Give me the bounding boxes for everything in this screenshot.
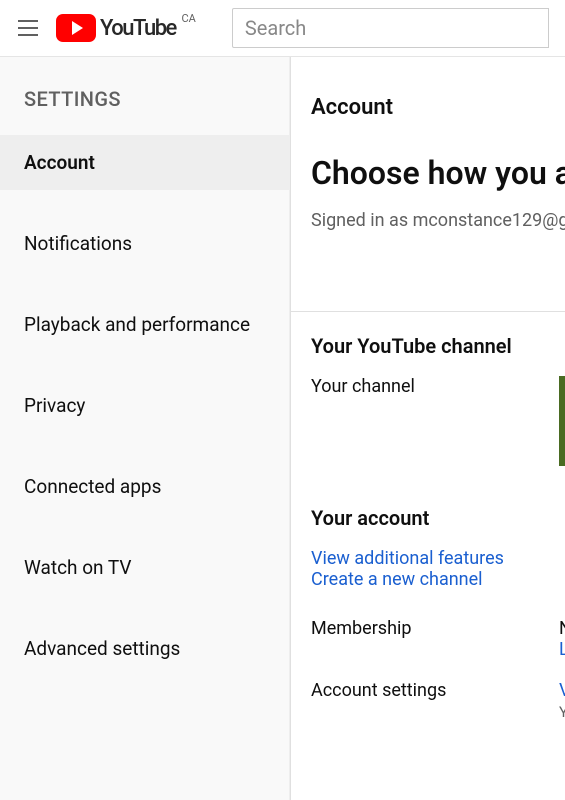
sidebar-item-label: Connected apps xyxy=(24,475,161,498)
search-input[interactable] xyxy=(245,16,536,40)
page-heading: Choose how you appear xyxy=(311,154,565,192)
link-create-new-channel[interactable]: Create a new channel xyxy=(311,569,483,590)
sidebar-item-connected-apps[interactable]: Connected apps xyxy=(0,459,289,514)
sidebar-item-privacy[interactable]: Privacy xyxy=(0,378,289,433)
sidebar-title: SETTINGS xyxy=(0,77,289,135)
section-your-account: Your account View additional features Cr… xyxy=(291,466,565,722)
sidebar-item-advanced[interactable]: Advanced settings xyxy=(0,621,289,676)
guide-menu-icon[interactable] xyxy=(16,16,40,40)
sidebar-item-label: Playback and performance xyxy=(24,313,250,336)
channel-avatar[interactable] xyxy=(559,376,565,466)
your-channel-label: Your channel xyxy=(311,376,559,397)
account-settings-label: Account settings xyxy=(311,680,559,701)
membership-label: Membership xyxy=(311,618,559,639)
section-title-account: Your account xyxy=(311,506,565,530)
account-settings-link[interactable]: V xyxy=(559,680,565,701)
account-settings-sub: Y xyxy=(559,703,565,721)
section-youtube-channel: Your YouTube channel Your channel xyxy=(291,312,565,466)
membership-value-line1: N xyxy=(559,618,565,639)
youtube-logo-icon xyxy=(56,14,96,42)
country-code: CA xyxy=(182,12,196,25)
section-title-channel: Your YouTube channel xyxy=(311,334,565,358)
main-content: Account Choose how you appear Signed in … xyxy=(290,57,565,800)
youtube-logo[interactable]: YouTube CA xyxy=(56,14,176,42)
masthead: YouTube CA xyxy=(0,0,565,56)
link-view-additional-features[interactable]: View additional features xyxy=(311,548,504,569)
sidebar-item-label: Account xyxy=(24,151,95,174)
settings-sidebar: SETTINGS Account Notifications Playback … xyxy=(0,57,290,800)
youtube-logo-text: YouTube xyxy=(100,16,176,41)
sidebar-item-label: Advanced settings xyxy=(24,637,180,660)
sidebar-item-label: Watch on TV xyxy=(24,556,131,579)
page-title: Account xyxy=(311,95,565,120)
sidebar-item-label: Privacy xyxy=(24,394,85,417)
sidebar-item-label: Notifications xyxy=(24,232,132,255)
sidebar-item-account[interactable]: Account xyxy=(0,135,289,190)
sidebar-item-watch-on-tv[interactable]: Watch on TV xyxy=(0,540,289,595)
row-account-settings: Account settings V Y xyxy=(311,680,565,722)
search-box[interactable] xyxy=(232,8,549,48)
sidebar-item-notifications[interactable]: Notifications xyxy=(0,216,289,271)
row-membership: Membership N L xyxy=(311,618,565,660)
sidebar-item-playback[interactable]: Playback and performance xyxy=(0,297,289,352)
membership-link[interactable]: L xyxy=(559,639,565,660)
signed-in-text: Signed in as mconstance129@gr xyxy=(311,210,565,231)
